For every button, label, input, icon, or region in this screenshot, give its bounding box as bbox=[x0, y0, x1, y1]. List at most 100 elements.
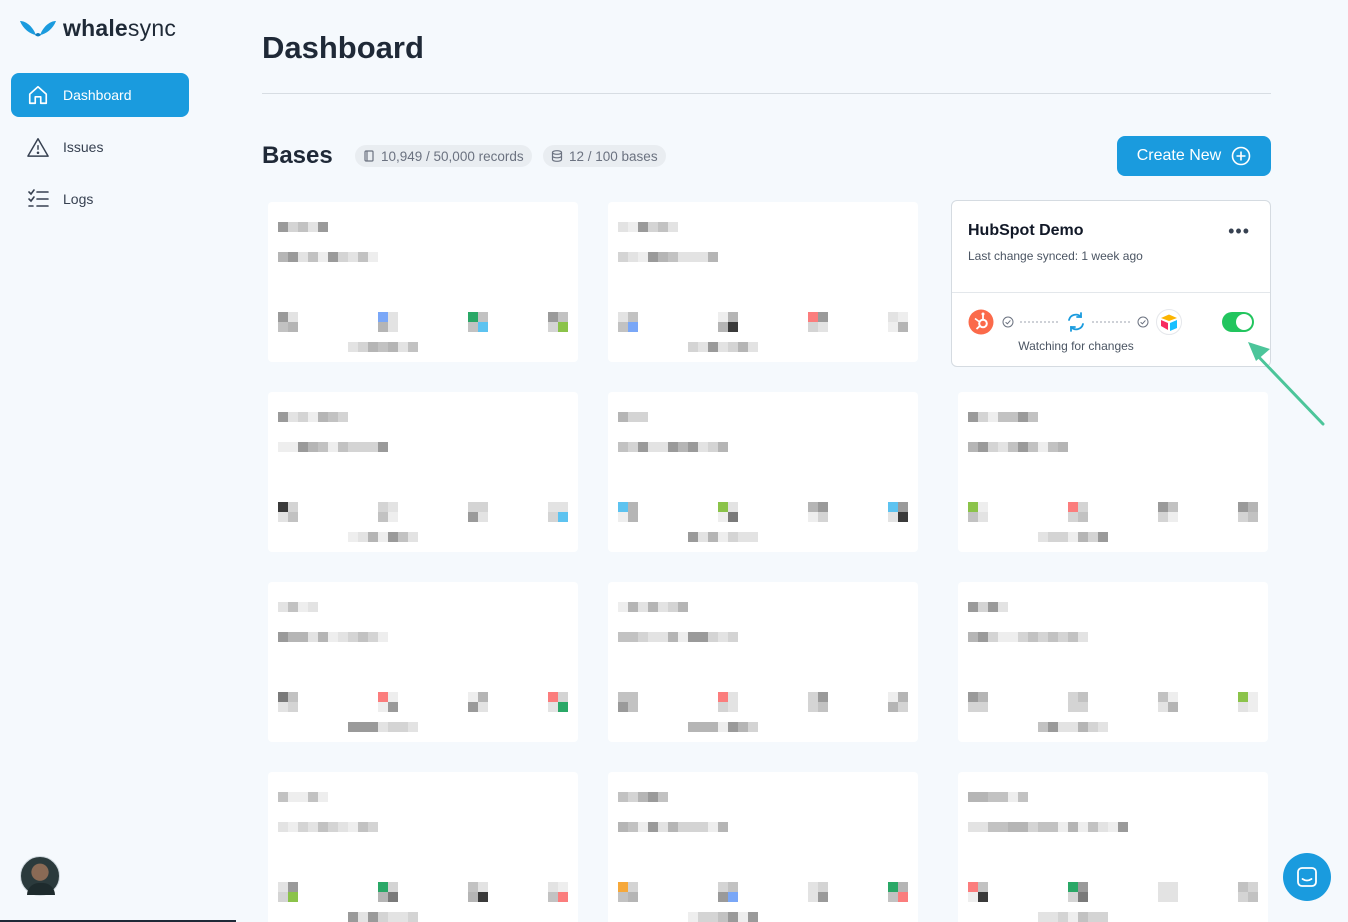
redacted-block bbox=[1238, 692, 1248, 702]
redacted-block bbox=[548, 312, 558, 322]
redacted-block bbox=[1068, 632, 1078, 642]
redacted-block bbox=[618, 442, 628, 452]
redacted-block bbox=[698, 442, 708, 452]
redacted-block bbox=[898, 882, 908, 892]
redacted-block bbox=[688, 342, 698, 352]
redacted-block bbox=[688, 632, 698, 642]
redacted-block bbox=[638, 222, 648, 232]
redacted-block bbox=[748, 722, 758, 732]
redacted-block bbox=[698, 532, 708, 542]
redacted-block bbox=[378, 692, 388, 702]
redacted-block bbox=[718, 822, 728, 832]
redacted-block bbox=[638, 822, 648, 832]
redacted-block bbox=[818, 322, 828, 332]
redacted-block bbox=[688, 252, 698, 262]
base-card-hubspot-demo[interactable]: HubSpot Demo Last change synced: 1 week … bbox=[951, 200, 1271, 367]
redacted-block bbox=[628, 692, 638, 702]
base-card-redacted[interactable] bbox=[268, 582, 578, 742]
whale-tail-icon bbox=[20, 21, 56, 37]
redacted-block bbox=[1238, 702, 1248, 712]
base-card-redacted[interactable] bbox=[268, 392, 578, 552]
plus-circle-icon bbox=[1231, 146, 1251, 166]
redacted-block bbox=[478, 892, 488, 902]
redacted-block bbox=[708, 722, 718, 732]
redacted-block bbox=[368, 442, 378, 452]
redacted-block bbox=[978, 792, 988, 802]
create-new-button[interactable]: Create New bbox=[1117, 136, 1271, 176]
base-card-redacted[interactable] bbox=[958, 772, 1268, 922]
redacted-block bbox=[968, 602, 978, 612]
redacted-block bbox=[1068, 912, 1078, 922]
redacted-block bbox=[968, 792, 978, 802]
redacted-block bbox=[718, 442, 728, 452]
redacted-block bbox=[408, 722, 418, 732]
redacted-block bbox=[288, 822, 298, 832]
base-card-redacted[interactable] bbox=[608, 772, 918, 922]
base-card-redacted[interactable] bbox=[958, 582, 1268, 742]
chat-support-button[interactable] bbox=[1283, 853, 1331, 901]
base-card-redacted[interactable] bbox=[958, 392, 1268, 552]
redacted-block bbox=[628, 702, 638, 712]
redacted-block bbox=[338, 442, 348, 452]
redacted-block bbox=[988, 822, 998, 832]
base-card-redacted[interactable] bbox=[268, 772, 578, 922]
redacted-block bbox=[398, 342, 408, 352]
redacted-block bbox=[688, 442, 698, 452]
redacted-block bbox=[728, 912, 738, 922]
redacted-block bbox=[468, 322, 478, 332]
redacted-block bbox=[708, 822, 718, 832]
annotation-arrow-icon bbox=[1248, 342, 1325, 426]
whalesync-logo[interactable]: whalesync bbox=[19, 14, 176, 42]
database-icon bbox=[551, 150, 563, 162]
redacted-block bbox=[898, 692, 908, 702]
redacted-block bbox=[288, 412, 298, 422]
redacted-block bbox=[1248, 512, 1258, 522]
redacted-block bbox=[1098, 532, 1108, 542]
redacted-block bbox=[618, 792, 628, 802]
redacted-block bbox=[348, 532, 358, 542]
sidebar-item-logs[interactable]: Logs bbox=[11, 177, 189, 221]
redacted-block bbox=[318, 792, 328, 802]
check-circle-icon bbox=[1137, 316, 1149, 328]
redacted-block bbox=[898, 502, 908, 512]
sidebar-item-dashboard[interactable]: Dashboard bbox=[11, 73, 189, 117]
sidebar-item-issues[interactable]: Issues bbox=[11, 125, 189, 169]
base-card-redacted[interactable] bbox=[608, 392, 918, 552]
redacted-block bbox=[748, 532, 758, 542]
redacted-block bbox=[1078, 882, 1088, 892]
redacted-block bbox=[1038, 632, 1048, 642]
base-card-redacted[interactable] bbox=[608, 202, 918, 362]
redacted-block bbox=[478, 312, 488, 322]
redacted-block bbox=[978, 632, 988, 642]
redacted-block bbox=[1078, 822, 1088, 832]
redacted-block bbox=[1058, 532, 1068, 542]
base-card-redacted[interactable] bbox=[608, 582, 918, 742]
redacted-block bbox=[688, 532, 698, 542]
redacted-block bbox=[618, 602, 628, 612]
redacted-block bbox=[638, 442, 648, 452]
redacted-block bbox=[478, 512, 488, 522]
redacted-block bbox=[618, 882, 628, 892]
redacted-block bbox=[718, 632, 728, 642]
redacted-block bbox=[708, 442, 718, 452]
redacted-block bbox=[998, 822, 1008, 832]
redacted-block bbox=[1248, 702, 1258, 712]
redacted-block bbox=[288, 222, 298, 232]
base-card-redacted[interactable] bbox=[268, 202, 578, 362]
sync-toggle[interactable] bbox=[1222, 312, 1254, 332]
redacted-block bbox=[1078, 702, 1088, 712]
redacted-block bbox=[1078, 722, 1088, 732]
more-options-icon[interactable]: ••• bbox=[1228, 221, 1250, 242]
redacted-block bbox=[558, 322, 568, 332]
redacted-block bbox=[1048, 532, 1058, 542]
redacted-block bbox=[348, 632, 358, 642]
user-avatar[interactable] bbox=[20, 856, 60, 896]
redacted-block bbox=[1078, 532, 1088, 542]
redacted-block bbox=[728, 882, 738, 892]
redacted-block bbox=[888, 692, 898, 702]
document-icon bbox=[364, 150, 374, 162]
redacted-block bbox=[378, 342, 388, 352]
redacted-block bbox=[278, 312, 288, 322]
redacted-block bbox=[1028, 822, 1038, 832]
redacted-block bbox=[998, 442, 1008, 452]
